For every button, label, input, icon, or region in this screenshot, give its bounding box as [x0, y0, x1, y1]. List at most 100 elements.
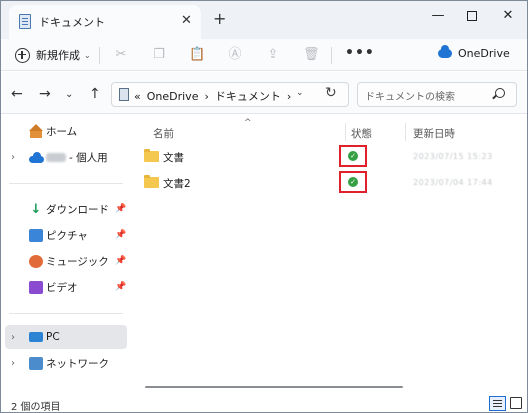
back-arrow-icon[interactable]: ←	[11, 86, 23, 102]
sidebar-item-label: ピクチャ	[46, 229, 88, 242]
chevron-right-icon[interactable]: ›	[11, 358, 15, 369]
breadcrumb-overflow[interactable]: «	[134, 90, 141, 103]
item-count: 2 個の項目	[11, 402, 61, 413]
table-row[interactable]: 文書 ✓ 2023/07/15 15:23	[139, 145, 519, 169]
column-header-modified[interactable]: 更新日時	[413, 126, 455, 141]
sidebar-item-label: - 個人用	[46, 150, 108, 165]
breadcrumb: « OneDrive › ドキュメント ›	[134, 88, 297, 104]
horizontal-scrollbar[interactable]	[145, 386, 403, 388]
onedrive-cloud-icon	[29, 151, 44, 164]
file-list: ^ 名前 状態 更新日時 文書 ✓ 2023/07/15 15:23 文書2 ✓…	[131, 115, 527, 395]
more-options-button[interactable]: •••	[345, 45, 375, 61]
divider	[99, 47, 100, 64]
command-bar: 新規作成 ⌄ ✂ ❐ 📋 Ⓐ ⇪ 🗑 ••• OneDrive	[1, 39, 527, 71]
pin-icon[interactable]: 📌	[115, 230, 126, 240]
copy-icon[interactable]: ❐	[151, 47, 167, 63]
onedrive-account-label: - 個人用	[69, 151, 108, 164]
breadcrumb-separator[interactable]: ›	[287, 90, 291, 103]
new-button[interactable]: 新規作成 ⌄	[15, 45, 91, 65]
sidebar-item-onedrive[interactable]: › - 個人用	[5, 145, 127, 169]
address-bar[interactable]: « OneDrive › ドキュメント › ⌄ ↻	[111, 82, 349, 107]
folder-icon	[144, 149, 159, 162]
column-header-status[interactable]: 状態	[351, 126, 372, 141]
navigation-pane: ホーム › - 個人用 ↓ ダウンロード 📌 ピクチャ 📌 ミュージック 📌 ビ…	[1, 115, 129, 395]
tab-title: ドキュメント	[39, 16, 105, 29]
sidebar-item-home[interactable]: ホーム	[5, 119, 127, 143]
sidebar-item-network[interactable]: › ネットワーク	[5, 351, 127, 375]
divider	[9, 313, 123, 314]
column-divider[interactable]	[405, 123, 406, 141]
cut-icon[interactable]: ✂	[113, 47, 129, 63]
documents-folder-icon	[119, 88, 129, 101]
modified-date: 2023/07/15 15:23	[413, 152, 493, 161]
file-explorer-window: ドキュメント ✕ + — ✕ 新規作成 ⌄ ✂ ❐ 📋 Ⓐ ⇪ 🗑 ••• On…	[0, 0, 528, 413]
address-dropdown-icon[interactable]: ⌄	[296, 88, 304, 98]
maximize-icon	[467, 11, 477, 21]
sidebar-item-videos[interactable]: ビデオ 📌	[5, 275, 127, 299]
redacted-username	[46, 153, 66, 162]
tab-close-icon[interactable]: ✕	[181, 13, 192, 28]
title-bar: ドキュメント ✕ + — ✕	[1, 1, 527, 39]
paste-icon[interactable]: 📋	[189, 47, 205, 63]
sidebar-item-music[interactable]: ミュージック 📌	[5, 249, 127, 273]
modified-date: 2023/07/04 17:44	[413, 178, 493, 187]
search-input[interactable]: ドキュメントの検索	[357, 82, 517, 107]
network-icon	[29, 356, 43, 370]
pin-icon[interactable]: 📌	[115, 282, 126, 292]
sidebar-item-label: ネットワーク	[46, 357, 109, 370]
recent-locations-chevron-icon[interactable]: ⌄	[65, 89, 73, 100]
sidebar-item-label: ダウンロード	[46, 203, 109, 216]
onedrive-label: OneDrive	[458, 47, 510, 60]
tiles-view-icon[interactable]	[510, 397, 522, 409]
address-row: ← → ⌄ ↑ « OneDrive › ドキュメント › ⌄ ↻ ドキュメント…	[1, 72, 527, 114]
music-icon	[29, 254, 43, 268]
sidebar-item-label: PC	[46, 331, 60, 343]
details-view-icon[interactable]	[489, 396, 506, 411]
sort-ascending-icon: ^	[244, 118, 252, 128]
chevron-right-icon[interactable]: ›	[11, 152, 15, 163]
documents-folder-icon	[19, 14, 31, 29]
delete-icon[interactable]: 🗑	[303, 47, 320, 63]
chevron-right-icon[interactable]: ›	[11, 332, 15, 343]
breadcrumb-separator[interactable]: ›	[204, 90, 208, 103]
maximize-button[interactable]	[457, 5, 487, 27]
up-arrow-icon[interactable]: ↑	[89, 86, 101, 102]
share-icon[interactable]: ⇪	[265, 47, 281, 63]
rename-icon[interactable]: Ⓐ	[227, 47, 243, 63]
onedrive-button[interactable]: OneDrive	[438, 45, 510, 60]
refresh-icon[interactable]: ↻	[325, 85, 337, 101]
new-button-label: 新規作成	[36, 49, 80, 62]
pin-icon[interactable]: 📌	[115, 256, 126, 266]
status-highlight-box: ✓	[339, 145, 367, 167]
video-icon	[29, 280, 43, 294]
status-bar: 2 個の項目	[1, 395, 527, 413]
pin-icon[interactable]: 📌	[115, 204, 126, 214]
table-row[interactable]: 文書2 ✓ 2023/07/04 17:44	[139, 171, 519, 195]
divider	[331, 47, 332, 64]
home-icon	[29, 123, 43, 138]
minimize-button[interactable]: —	[423, 5, 453, 27]
download-icon: ↓	[30, 201, 42, 217]
sidebar-item-pictures[interactable]: ピクチャ 📌	[5, 223, 127, 247]
close-window-button[interactable]: ✕	[493, 5, 523, 27]
file-name: 文書2	[163, 178, 191, 190]
sidebar-item-pc[interactable]: › PC	[5, 325, 127, 349]
forward-arrow-icon[interactable]: →	[39, 86, 51, 102]
search-icon[interactable]	[495, 88, 505, 98]
column-divider[interactable]	[345, 123, 346, 141]
sidebar-item-label: ミュージック	[46, 255, 109, 268]
sidebar-item-label: ビデオ	[46, 281, 78, 294]
file-name: 文書	[163, 152, 184, 164]
sync-check-icon: ✓	[348, 151, 358, 161]
search-placeholder: ドキュメントの検索	[365, 92, 455, 103]
column-header-name[interactable]: 名前	[153, 126, 174, 141]
tab-documents[interactable]: ドキュメント ✕	[9, 5, 201, 39]
pc-monitor-icon	[29, 332, 43, 342]
breadcrumb-onedrive[interactable]: OneDrive	[147, 90, 199, 103]
new-tab-button[interactable]: +	[213, 9, 226, 28]
breadcrumb-documents[interactable]: ドキュメント	[215, 88, 281, 104]
divider	[9, 183, 123, 184]
pictures-icon	[29, 228, 43, 242]
plus-circle-icon	[15, 47, 30, 63]
sidebar-item-downloads[interactable]: ↓ ダウンロード 📌	[5, 197, 127, 221]
